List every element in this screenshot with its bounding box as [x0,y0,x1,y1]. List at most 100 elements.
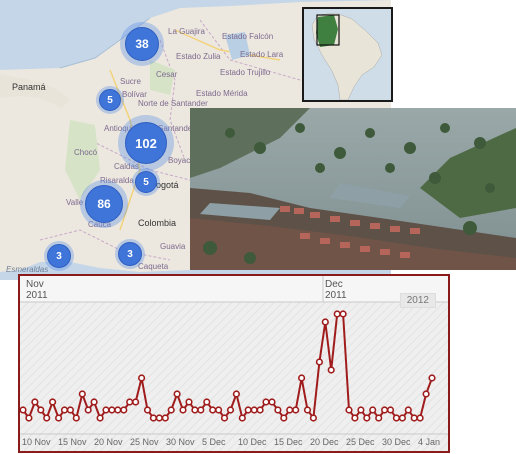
x-tick-label: 30 Dec [382,437,411,447]
data-point[interactable] [292,406,300,414]
data-point[interactable] [220,414,229,422]
data-point[interactable] [256,406,264,414]
data-point[interactable] [43,414,51,422]
data-point[interactable] [143,406,152,414]
data-point[interactable] [428,374,436,382]
data-point[interactable] [20,406,27,414]
data-point[interactable] [232,390,240,398]
data-point[interactable] [84,406,92,414]
place-label: Estado Falcón [222,32,274,41]
place-label: La Guajira [168,27,205,36]
data-point[interactable] [114,406,122,414]
place-label: Guavia [160,242,186,251]
place-label: Sucre [120,77,141,86]
data-point[interactable] [315,358,324,366]
data-point[interactable] [422,390,430,398]
data-point[interactable] [250,406,258,414]
data-point[interactable] [37,406,45,414]
data-point[interactable] [197,406,205,414]
data-point[interactable] [31,398,39,406]
data-point[interactable] [54,414,63,422]
data-point[interactable] [161,414,169,422]
data-point[interactable] [321,318,329,326]
data-point[interactable] [309,414,318,422]
data-point[interactable] [410,414,418,422]
data-point[interactable] [333,310,341,318]
marker-cluster[interactable]: 5 [132,168,160,196]
data-point[interactable] [25,414,33,422]
data-point[interactable] [108,406,116,414]
data-point[interactable] [386,406,395,414]
data-point[interactable] [327,366,335,374]
data-point[interactable] [357,406,365,414]
data-point[interactable] [78,390,86,398]
month-name: Nov [26,279,44,290]
data-point[interactable] [268,398,276,406]
place-label: Estado Lara [240,50,284,59]
data-point[interactable] [131,398,140,406]
data-point[interactable] [381,406,389,414]
year-badge[interactable]: 2012 [399,293,436,308]
marker-cluster[interactable]: 86 [80,180,128,228]
x-tick-label: 10 Dec [238,437,267,447]
south-america-icon [304,9,391,100]
data-point[interactable] [303,406,312,414]
data-point[interactable] [244,406,252,414]
data-point[interactable] [60,406,69,414]
data-point[interactable] [209,406,217,414]
data-point[interactable] [286,406,294,414]
data-point[interactable] [404,406,412,414]
month-name: Dec [325,279,343,290]
marker-cluster[interactable]: 38 [120,22,164,66]
marker-cluster[interactable]: 3 [115,239,145,269]
data-point[interactable] [226,406,235,414]
data-point[interactable] [238,414,246,422]
data-point[interactable] [191,406,199,414]
data-point[interactable] [416,414,424,422]
data-point[interactable] [126,398,134,406]
cluster-count: 3 [118,242,142,266]
x-tick-label: 20 Dec [310,437,339,447]
cluster-count: 86 [85,185,123,223]
data-point[interactable] [173,390,181,398]
data-point[interactable] [375,414,383,422]
data-point[interactable] [185,398,193,406]
cluster-count: 102 [125,122,167,164]
data-point[interactable] [274,406,282,414]
data-point[interactable] [398,414,407,422]
data-point[interactable] [203,398,211,406]
data-point[interactable] [280,414,288,422]
data-point[interactable] [120,406,128,414]
timeline-svg [20,276,448,451]
data-point[interactable] [72,414,80,422]
data-point[interactable] [137,374,146,382]
data-point[interactable] [345,406,353,414]
data-point[interactable] [215,406,223,414]
data-point[interactable] [149,414,157,422]
x-tick-label: 5 Dec [202,437,226,447]
data-point[interactable] [102,406,110,414]
cluster-count: 38 [125,27,159,61]
data-point[interactable] [339,310,347,318]
marker-cluster[interactable]: 3 [44,241,74,271]
data-point[interactable] [351,414,359,422]
data-point[interactable] [262,398,270,406]
marker-cluster[interactable]: 5 [96,86,124,114]
place-label: Chocó [74,148,98,157]
cluster-count: 5 [135,171,157,193]
data-point[interactable] [96,414,104,422]
data-point[interactable] [66,406,75,414]
data-point[interactable] [363,414,371,422]
data-point[interactable] [369,406,377,414]
data-point[interactable] [298,374,306,382]
timeline-chart[interactable]: Nov 2011 Dec 2011 2012 10 Nov 15 Nov 20 No… [18,274,450,453]
data-point[interactable] [179,406,187,414]
x-tick-label: 4 Jan [418,437,441,447]
data-point[interactable] [90,398,98,406]
data-point[interactable] [392,414,401,422]
data-point[interactable] [167,406,175,414]
place-label: Bolívar [122,90,147,99]
marker-cluster[interactable]: 102 [118,115,174,171]
data-point[interactable] [155,414,163,422]
data-point[interactable] [48,398,57,406]
